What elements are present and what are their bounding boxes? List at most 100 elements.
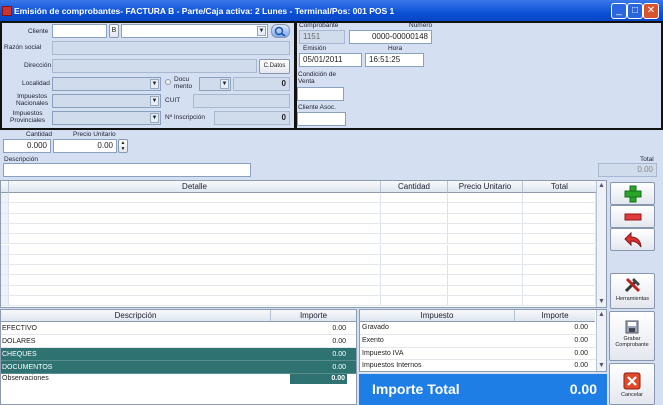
table-cell xyxy=(448,275,523,285)
row-selector[interactable] xyxy=(1,244,9,254)
table-cell xyxy=(448,234,523,244)
documento-tipo-combo[interactable]: ▼ xyxy=(199,77,231,91)
cancelar-button[interactable]: Cancelar xyxy=(609,363,655,405)
cliente-asoc-field[interactable] xyxy=(297,112,346,126)
razon-social-field[interactable] xyxy=(52,41,290,55)
minimize-button[interactable]: _ xyxy=(611,3,627,19)
col-cantidad-header[interactable]: Cantidad xyxy=(381,181,448,193)
table-row[interactable] xyxy=(1,244,596,255)
herramientas-label: Herramientas xyxy=(615,296,649,302)
hora-field[interactable]: 16:51:25 xyxy=(365,53,424,67)
table-cell xyxy=(448,213,523,223)
chevron-down-icon: ▼ xyxy=(150,96,159,106)
table-row[interactable] xyxy=(1,285,596,296)
herramientas-button[interactable]: Herramientas xyxy=(610,273,655,309)
row-selector[interactable] xyxy=(1,275,9,285)
row-selector[interactable] xyxy=(1,234,9,244)
row-selector[interactable] xyxy=(1,296,9,306)
maximize-button[interactable]: □ xyxy=(627,3,643,19)
cliente-search-button[interactable] xyxy=(271,24,290,38)
tax-row[interactable]: Gravado 0.00 xyxy=(360,322,596,335)
tools-icon xyxy=(624,277,640,293)
payment-row[interactable]: CHEQUES 0.00 xyxy=(1,348,356,361)
condicion-venta-field[interactable] xyxy=(297,87,344,101)
tax-row[interactable]: Impuesto IVA 0.00 xyxy=(360,348,596,361)
cdatos-button[interactable]: C.Datos xyxy=(259,59,290,74)
detalle-scrollbar[interactable]: ▲ ▼ xyxy=(596,181,606,307)
pagos-importe-header[interactable]: Importe xyxy=(271,310,356,322)
row-selector[interactable] xyxy=(1,203,9,213)
table-cell xyxy=(9,193,381,203)
chevron-down-icon: ▼ xyxy=(150,79,159,89)
observaciones-row: Observaciones 0.00 xyxy=(1,373,356,385)
precio-spinner[interactable]: ▲ ▼ xyxy=(118,139,128,153)
documento-radio[interactable] xyxy=(165,79,171,85)
tax-row[interactable]: Exento 0.00 xyxy=(360,335,596,348)
impuestos-grid[interactable]: Impuesto Importe Gravado 0.00 Exento 0.00 Im… xyxy=(359,309,607,374)
numero-field[interactable]: 0000-00000148 xyxy=(349,30,432,44)
col-detalle-header[interactable]: Detalle xyxy=(9,181,381,193)
table-row[interactable] xyxy=(1,203,596,214)
table-cell xyxy=(381,244,448,254)
impuestos-scrollbar[interactable]: ▲ ▼ xyxy=(596,310,606,371)
impuestos-nacionales-combo[interactable]: ▼ xyxy=(52,94,161,108)
cliente-code-input[interactable] xyxy=(52,24,107,38)
add-item-button[interactable] xyxy=(610,182,655,205)
cliente-name-combo[interactable]: ▼ xyxy=(121,24,268,38)
impuestos-importe-header[interactable]: Importe xyxy=(515,310,595,322)
nro-inscripcion-field[interactable]: 0 xyxy=(214,111,290,125)
precio-input[interactable]: 0.00 xyxy=(53,139,117,153)
direccion-field[interactable] xyxy=(52,59,257,73)
cuit-field[interactable] xyxy=(193,94,290,108)
cantidad-input[interactable]: 0.000 xyxy=(3,139,51,153)
grabar-comprobante-button[interactable]: Grabar Comprobante xyxy=(609,311,655,361)
impuestos-provinciales-combo[interactable]: ▼ xyxy=(52,111,161,125)
table-cell xyxy=(448,203,523,213)
detalle-grid[interactable]: Detalle Cantidad Precio Unitario Total ▲… xyxy=(0,180,607,308)
table-row[interactable] xyxy=(1,254,596,266)
row-selector[interactable] xyxy=(1,223,9,234)
table-cell xyxy=(448,244,523,254)
pagos-desc-header[interactable]: Descripción xyxy=(1,310,271,322)
table-cell xyxy=(381,203,448,213)
cliente-label: Cliente xyxy=(28,28,49,35)
total-field[interactable]: 0.00 xyxy=(598,163,657,177)
cliente-tipo-button[interactable]: B xyxy=(109,24,119,38)
table-row[interactable] xyxy=(1,275,596,286)
table-cell xyxy=(9,254,381,265)
table-row[interactable] xyxy=(1,234,596,245)
col-total-header[interactable]: Total xyxy=(523,181,596,193)
table-row[interactable] xyxy=(1,193,596,204)
emision-field[interactable]: 05/01/2011 xyxy=(299,53,362,67)
row-selector[interactable] xyxy=(1,285,9,295)
chevron-down-icon: ▼ xyxy=(150,113,159,123)
row-selector[interactable] xyxy=(1,254,9,265)
documento-number-field[interactable]: 0 xyxy=(233,77,290,91)
undo-button[interactable] xyxy=(610,228,655,251)
impuestos-desc-header[interactable]: Impuesto xyxy=(360,310,515,322)
tax-row[interactable]: Impuestos Internos 0.00 xyxy=(360,360,596,374)
localidad-combo[interactable]: ▼ xyxy=(52,77,161,91)
row-selector[interactable] xyxy=(1,213,9,223)
row-selector[interactable] xyxy=(1,265,9,275)
localidad-label: Localidad xyxy=(22,80,50,87)
table-row[interactable] xyxy=(1,265,596,276)
remove-item-button[interactable] xyxy=(610,205,655,228)
table-row[interactable] xyxy=(1,223,596,235)
payment-row[interactable]: EFECTIVO 0.00 xyxy=(1,322,356,335)
search-icon xyxy=(274,26,286,37)
descripcion-input[interactable] xyxy=(3,163,251,177)
table-row[interactable] xyxy=(1,296,596,307)
table-cell xyxy=(381,193,448,203)
col-precio-header[interactable]: Precio Unitario xyxy=(448,181,523,193)
pagos-grid[interactable]: Descripción Importe EFECTIVO 0.00 DOLARES 0… xyxy=(0,309,357,405)
save-icon xyxy=(625,320,639,334)
payment-amount: 0.00 xyxy=(332,338,346,345)
payment-row[interactable]: DOLARES 0.00 xyxy=(1,335,356,348)
table-row[interactable] xyxy=(1,213,596,224)
cliente-asoc-label: Cliente Asoc. xyxy=(298,104,336,111)
close-button[interactable]: ✕ xyxy=(643,3,659,19)
undo-arrow-icon xyxy=(623,231,641,248)
row-selector[interactable] xyxy=(1,193,9,203)
comprobante-field[interactable]: 1151 xyxy=(299,30,345,44)
